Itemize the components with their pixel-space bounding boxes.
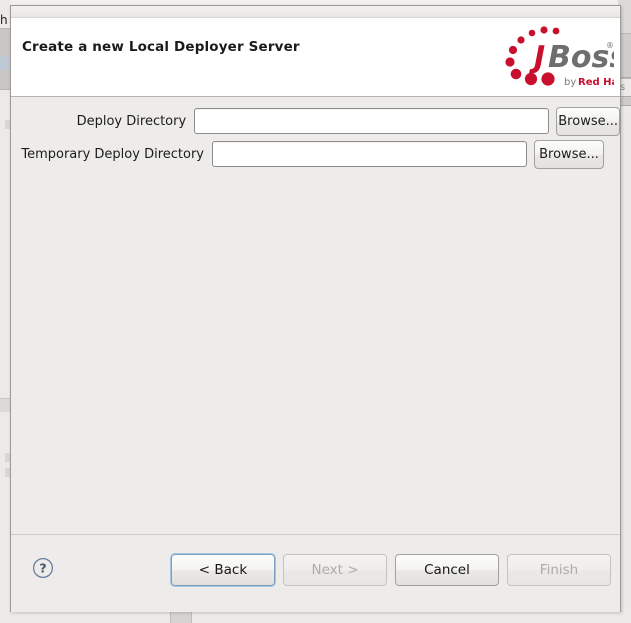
temporary-deploy-directory-browse-button[interactable]: Browse... bbox=[534, 139, 604, 169]
dialog-header: Create a new Local Deployer Server J Bos… bbox=[11, 18, 620, 97]
page-title: Create a new Local Deployer Server bbox=[22, 39, 300, 55]
temporary-deploy-directory-row: Temporary Deploy Directory Browse... bbox=[11, 139, 620, 169]
help-icon[interactable]: ? bbox=[32, 557, 54, 579]
help-icon-glyph: ? bbox=[39, 561, 46, 576]
next-button[interactable]: Next > bbox=[283, 554, 387, 586]
background-left-selected-row bbox=[0, 56, 10, 70]
back-button[interactable]: < Back bbox=[171, 554, 275, 586]
svg-text:®: ® bbox=[606, 41, 614, 50]
wizard-button-row: < Back Next > Cancel Finish bbox=[171, 554, 611, 586]
background-left-panel bbox=[0, 0, 10, 623]
cancel-button[interactable]: Cancel bbox=[395, 554, 499, 586]
create-server-dialog: Create a new Local Deployer Server J Bos… bbox=[10, 5, 621, 612]
deploy-directory-label: Deploy Directory bbox=[76, 113, 187, 129]
temporary-deploy-directory-input[interactable] bbox=[212, 141, 527, 167]
dialog-body: Deploy Directory Browse... Temporary Dep… bbox=[11, 97, 620, 534]
background-left-lower-panel bbox=[0, 398, 10, 412]
background-left-tab-label: h bbox=[0, 13, 8, 27]
deploy-directory-browse-button[interactable]: Browse... bbox=[556, 106, 620, 136]
jboss-logo: J Boss ® by Red Hat bbox=[498, 24, 614, 92]
dialog-footer: ? < Back Next > Cancel Finish bbox=[11, 534, 620, 612]
finish-button[interactable]: Finish bbox=[507, 554, 611, 586]
background-bottom-stub bbox=[170, 612, 192, 623]
background-bottom-strip bbox=[0, 612, 631, 623]
deploy-directory-row: Deploy Directory Browse... bbox=[11, 106, 620, 136]
svg-text:Red Hat: Red Hat bbox=[578, 77, 614, 88]
svg-text:by: by bbox=[564, 77, 576, 88]
svg-text:J: J bbox=[529, 40, 545, 75]
deploy-directory-input[interactable] bbox=[194, 108, 550, 134]
dialog-titlebar bbox=[11, 6, 620, 18]
svg-text:Boss: Boss bbox=[548, 40, 614, 75]
temporary-deploy-directory-label: Temporary Deploy Directory bbox=[21, 146, 204, 162]
